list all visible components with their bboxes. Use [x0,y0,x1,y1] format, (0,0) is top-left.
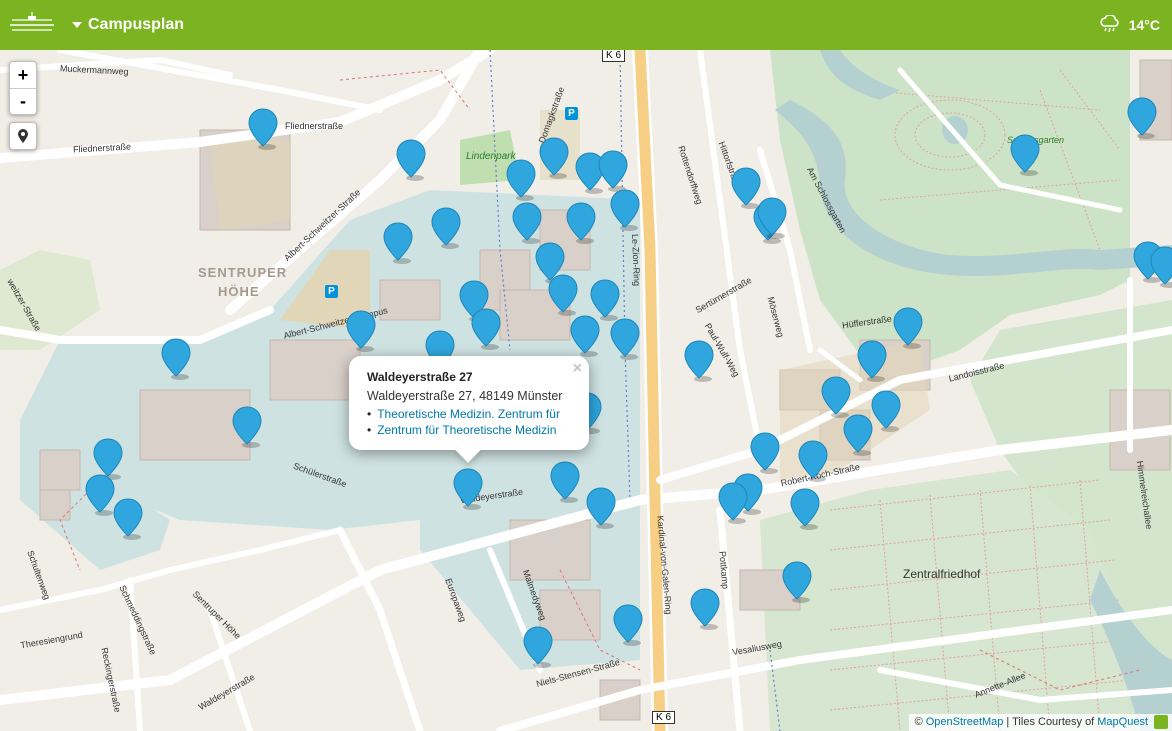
popup-title: Waldeyerstraße 27 [367,370,473,384]
zoom-control: + - [9,61,37,115]
map-marker-icon[interactable] [1010,134,1040,176]
map-marker-icon[interactable] [798,440,828,482]
map-marker-icon[interactable] [843,414,873,456]
map-marker-icon[interactable] [586,487,616,529]
close-icon[interactable]: × [573,360,582,378]
map-marker-icon[interactable] [598,150,628,192]
map-marker-icon[interactable] [453,468,483,510]
road-shield-k6-top: K 6 [602,50,626,62]
map-marker-icon[interactable] [690,588,720,630]
temperature: 14°C [1128,17,1160,33]
campus-map[interactable]: Muckermannweg Fliednerstraße Fliednerstr… [0,50,1172,731]
map-label-hoehe: HÖHE [218,284,260,299]
road-shield-k6-bottom: K 6 [652,711,676,724]
zoom-in-button[interactable]: + [10,62,36,88]
map-marker-icon[interactable] [346,310,376,352]
map-marker-icon[interactable] [893,307,923,349]
zoom-out-button[interactable]: - [10,88,36,114]
map-marker-icon[interactable] [539,137,569,179]
map-marker-icon[interactable] [684,340,714,382]
map-marker-icon[interactable] [821,376,851,418]
campusplan-dropdown[interactable]: Campusplan [62,16,184,34]
map-marker-icon[interactable] [431,207,461,249]
top-bar: Campusplan 14°C [0,0,1172,50]
map-marker-icon[interactable] [757,197,787,239]
popup-link[interactable]: Zentrum für Theoretische Medizin [377,423,556,437]
map-marker-icon[interactable] [548,274,578,316]
map-marker-icon[interactable] [857,340,887,382]
map-marker-icon[interactable] [232,406,262,448]
osm-link[interactable]: OpenStreetMap [926,716,1004,728]
weather-widget: 14°C [1099,0,1160,50]
map-attribution: © OpenStreetMap | Tiles Courtesy of MapQ… [908,714,1172,731]
rain-cloud-icon [1099,13,1121,36]
map-marker-icon[interactable] [113,498,143,540]
map-marker-icon[interactable] [750,432,780,474]
mapquest-link[interactable]: MapQuest [1097,716,1148,728]
map-label-sentruper: SENTRUPER [198,265,288,280]
university-logo-icon[interactable] [2,0,62,50]
caret-down-icon [72,22,82,28]
map-marker-icon[interactable] [570,315,600,357]
location-pin-icon[interactable] [10,123,36,149]
location-popup: × Waldeyerstraße 27 Waldeyerstraße 27, 4… [349,356,589,463]
map-marker-icon[interactable] [248,108,278,150]
map-marker-icon[interactable] [523,626,553,668]
map-marker-icon[interactable] [566,202,596,244]
map-marker-icon[interactable] [506,159,536,201]
attribution-middle: | Tiles Courtesy of [1006,716,1095,728]
map-marker-icon[interactable] [790,488,820,530]
attribution-prefix: © [914,716,923,728]
map-marker-icon[interactable] [610,318,640,360]
popup-link[interactable]: Theoretische Medizin. Zentrum für [377,407,560,421]
map-label-zentralfriedhof: Zentralfriedhof [903,567,981,581]
list-item: • Theoretische Medizin. Zentrum für [367,407,560,421]
page-title: Campusplan [88,16,185,33]
popup-link-list: • Theoretische Medizin. Zentrum für • Zent… [367,406,571,438]
map-label-le-zion-ring: Le-Zion-Ring [630,233,642,287]
map-marker-icon[interactable] [610,189,640,231]
locate-control [9,122,37,150]
list-item: • Zentrum für Theoretische Medizin [367,423,557,437]
map-marker-icon[interactable] [512,202,542,244]
map-marker-icon[interactable] [550,461,580,503]
map-marker-icon[interactable] [161,338,191,380]
map-marker-icon[interactable] [1127,97,1157,139]
map-marker-icon[interactable] [1150,246,1172,288]
popup-address: Waldeyerstraße 27, 48149 Münster [367,389,563,403]
parking-icon: P [565,107,578,120]
map-label-fliednerstrasse-a: Fliednerstraße [285,121,344,131]
map-marker-icon[interactable] [871,390,901,432]
map-marker-icon[interactable] [718,482,748,524]
mapquest-logo-icon [1154,715,1168,729]
map-marker-icon[interactable] [396,139,426,181]
map-marker-icon[interactable] [85,474,115,516]
map-marker-icon[interactable] [782,561,812,603]
map-marker-icon[interactable] [471,308,501,350]
map-marker-icon[interactable] [613,604,643,646]
parking-icon: P [325,285,338,298]
map-marker-icon[interactable] [383,222,413,264]
